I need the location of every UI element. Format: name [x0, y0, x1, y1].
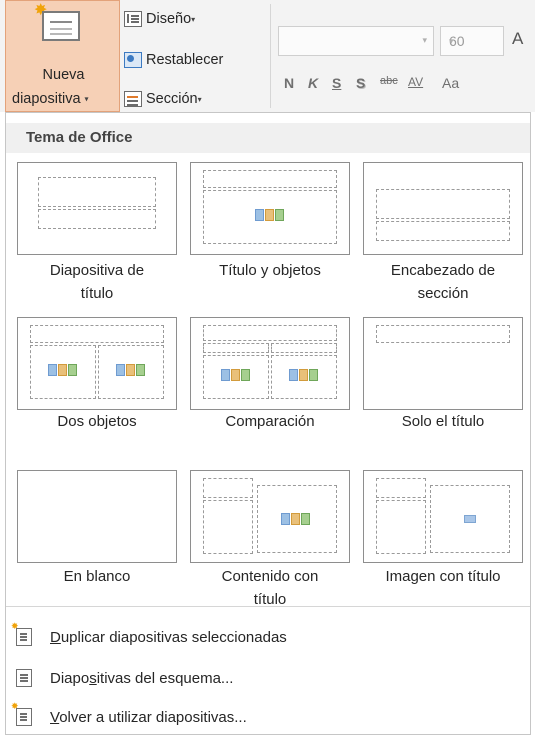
new-slide-label-line2: diapositiva [12, 91, 81, 107]
content-placeholder-icon [281, 513, 311, 527]
chevron-down-icon: ▾ [197, 94, 202, 104]
chevron-down-icon[interactable]: ▾ [422, 35, 427, 46]
font-size-combobox[interactable]: 60 ▾ [440, 26, 504, 56]
grow-font-button[interactable]: A [512, 29, 523, 49]
section-button[interactable]: Sección ▾ [124, 88, 202, 110]
chevron-down-icon: ▾ [191, 14, 196, 24]
content-placeholder-icon [116, 364, 146, 378]
underline-button[interactable]: S [332, 75, 356, 91]
layout-content-with-caption[interactable] [190, 470, 350, 563]
new-slide-dropdown: Tema de Office Diapositiva de título Tít… [5, 112, 531, 735]
layout-label: Contenido con título [221, 568, 319, 608]
italic-button[interactable]: K [308, 75, 332, 91]
content-placeholder-icon [221, 369, 251, 383]
layout-label: Comparación [225, 413, 315, 430]
slides-from-outline-item[interactable]: Diapositivas del esquema... [6, 666, 233, 690]
new-slide-button[interactable]: ✸ Nueva diapositiva ▾ [5, 0, 120, 112]
reset-icon [124, 52, 142, 68]
format-buttons: N K S S abc AV Aa [284, 75, 466, 91]
layout-label: Dos objetos [57, 413, 137, 430]
reset-button[interactable]: Restablecer [124, 49, 223, 71]
layout-section-header[interactable] [363, 162, 523, 255]
chevron-down-icon[interactable]: ▾ [449, 36, 497, 47]
content-placeholder-icon [289, 369, 319, 383]
layout-label: En blanco [63, 568, 131, 585]
reuse-slides-item[interactable]: Volver a utilizar diapositivas... [6, 701, 247, 729]
section-icon [124, 91, 142, 107]
reuse-slides-icon [11, 701, 32, 726]
layout-icon [124, 11, 142, 27]
duplicate-selected-slides-item[interactable]: Duplicar diapositivas seleccionadas [6, 621, 287, 649]
ribbon-separator [270, 4, 271, 108]
character-spacing-button[interactable]: AV [408, 75, 442, 91]
reset-label: Restablecer [146, 52, 224, 68]
outline-icon [16, 669, 32, 687]
bold-button[interactable]: N [284, 75, 308, 91]
content-placeholder-icon [48, 364, 78, 378]
new-slide-icon [42, 11, 80, 41]
duplicate-slide-icon [11, 621, 32, 646]
layout-label: Diapositiva de título [49, 262, 145, 302]
layout-comparison[interactable] [190, 317, 350, 410]
layout-label: Imagen con título [385, 568, 501, 585]
layout-label: Solo el título [401, 413, 485, 430]
menu-separator [6, 606, 530, 607]
layout-title-only[interactable] [363, 317, 523, 410]
layout-label: Encabezado de sección [390, 262, 496, 302]
theme-header-label: Tema de Office [26, 129, 133, 146]
layout-picture-with-caption[interactable] [363, 470, 523, 563]
layout-two-content[interactable] [17, 317, 177, 410]
layout-label: Título y objetos [219, 262, 321, 279]
ribbon: ✸ Nueva diapositiva ▾ Diseño ▾ Restablec… [0, 0, 535, 112]
strikethrough-button[interactable]: abc [380, 75, 408, 91]
shadow-button[interactable]: S [356, 75, 380, 91]
chevron-down-icon: ▾ [84, 94, 89, 104]
section-label: Sección [146, 91, 198, 107]
layout-blank[interactable] [17, 470, 177, 563]
layout-title-and-content[interactable] [190, 162, 350, 255]
theme-header: Tema de Office [6, 123, 530, 153]
content-placeholder-icon [255, 209, 285, 223]
new-slide-label-line1: Nueva [42, 67, 85, 83]
picture-placeholder-icon [464, 515, 476, 523]
layout-title-slide[interactable] [17, 162, 177, 255]
change-case-button[interactable]: Aa [442, 75, 466, 91]
design-label: Diseño [146, 11, 192, 27]
layout-design-button[interactable]: Diseño ▾ [124, 8, 195, 30]
font-name-combobox[interactable]: ▾ [278, 26, 434, 56]
